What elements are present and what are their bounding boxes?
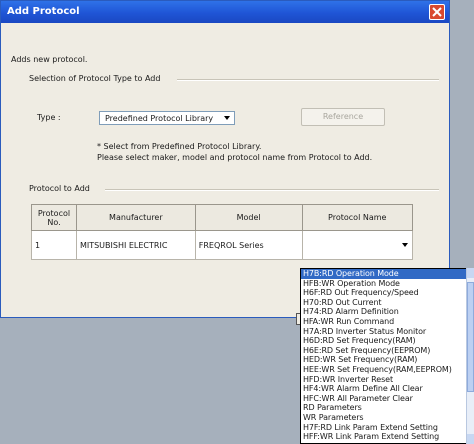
protocol-name-dropdown-list[interactable]: H7B:RD Operation Mode HFB:WR Operation Mo… <box>300 268 468 444</box>
dropdown-option[interactable]: HFB:WR Operation Mode <box>301 279 467 289</box>
chevron-down-icon[interactable] <box>402 243 408 247</box>
type-section-label: Selection of Protocol Type to Add <box>29 74 161 83</box>
dropdown-option[interactable]: H6F:RD Out Frequency/Speed <box>301 288 467 298</box>
cell-manufacturer[interactable]: MITSUBISHI ELECTRIC <box>75 230 196 260</box>
type-label: Type : <box>37 113 61 122</box>
dropdown-option[interactable]: H6D:RD Set Frequency(RAM) <box>301 336 467 346</box>
dropdown-option[interactable]: H7A:RD Inverter Status Monitor <box>301 327 467 337</box>
chevron-down-icon[interactable] <box>221 113 233 123</box>
dropdown-option[interactable]: HFF:WR Link Param Extend Setting <box>301 432 467 442</box>
column-header-model: Model <box>194 204 303 231</box>
note-line-2: Please select maker, model and protocol … <box>97 153 373 162</box>
dropdown-scrollbar[interactable] <box>466 268 474 444</box>
protocol-table: Protocol No. Manufacturer Model Protocol… <box>31 204 413 260</box>
dropdown-option[interactable]: HFD:WR Inverter Reset <box>301 375 467 385</box>
dropdown-option[interactable]: RD Parameters <box>301 403 467 413</box>
dropdown-option[interactable]: HFA:WR Run Command <box>301 317 467 327</box>
title-bar[interactable]: Add Protocol <box>1 1 449 23</box>
table-row[interactable]: 1 MITSUBISHI ELECTRIC FREQROL Series <box>31 230 413 260</box>
intro-text: Adds new protocol. <box>11 55 88 64</box>
type-select-value: Predefined Protocol Library <box>105 114 214 123</box>
dropdown-option[interactable]: HF4:WR Alarm Define All Clear <box>301 384 467 394</box>
note-line-1: * Select from Predefined Protocol Librar… <box>97 142 262 151</box>
column-header-protocol-name: Protocol Name <box>301 204 413 231</box>
scroll-up-arrow[interactable] <box>467 268 474 278</box>
scroll-down-arrow[interactable] <box>467 434 474 444</box>
reference-button[interactable]: Reference <box>301 108 385 126</box>
protocol-section-divider <box>105 189 439 191</box>
type-select[interactable]: Predefined Protocol Library <box>99 111 235 125</box>
protocol-section-label: Protocol to Add <box>29 184 90 193</box>
dropdown-option[interactable]: H7B:RD Operation Mode <box>301 269 467 279</box>
protocol-name-select[interactable] <box>303 232 413 258</box>
dropdown-option[interactable]: H70:RD Out Current <box>301 298 467 308</box>
dropdown-option[interactable]: HEE:WR Set Frequency(RAM,EEPROM) <box>301 365 467 375</box>
cell-protocol-name[interactable] <box>301 230 413 260</box>
dropdown-option[interactable]: H6E:RD Set Frequency(EEPROM) <box>301 346 467 356</box>
header-no-line1: Protocol <box>37 208 71 218</box>
dropdown-option[interactable]: WR Parameters <box>301 413 467 423</box>
cell-model[interactable]: FREQROL Series <box>194 230 303 260</box>
close-icon <box>432 7 442 17</box>
column-header-protocol-no: Protocol No. <box>31 204 77 231</box>
dropdown-option[interactable]: HED:WR Set Frequency(RAM) <box>301 355 467 365</box>
dropdown-option[interactable]: HFC:WR All Parameter Clear <box>301 394 467 404</box>
dropdown-option[interactable]: H7F:RD Link Param Extend Setting <box>301 423 467 433</box>
type-section-divider <box>177 79 439 81</box>
column-header-manufacturer: Manufacturer <box>75 204 196 231</box>
dialog-title: Add Protocol <box>7 6 80 17</box>
dropdown-option[interactable]: H74:RD Alarm Definition <box>301 307 467 317</box>
header-no-line2: No. <box>47 217 61 227</box>
table-header-row: Protocol No. Manufacturer Model Protocol… <box>31 204 413 231</box>
scroll-thumb[interactable] <box>467 282 474 392</box>
close-button[interactable] <box>429 4 445 20</box>
cell-protocol-no[interactable]: 1 <box>31 230 77 260</box>
